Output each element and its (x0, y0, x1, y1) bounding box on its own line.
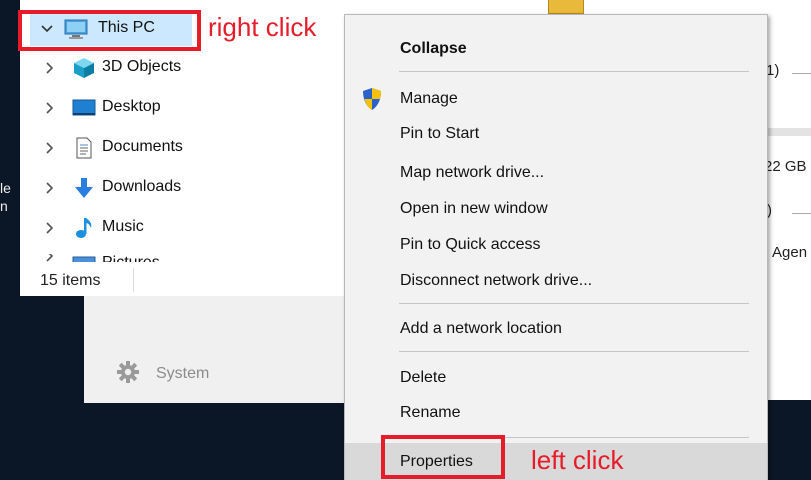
divider (792, 213, 811, 214)
tree-item-pictures[interactable]: Pictures (20, 254, 380, 262)
menu-item-pin-to-quick-access[interactable]: Pin to Quick access (345, 228, 767, 262)
menu-item-label: Delete (400, 369, 447, 386)
tree-item-documents[interactable]: Documents (20, 131, 380, 165)
chevron-right-icon[interactable] (42, 101, 56, 115)
menu-item-label: Add a network location (400, 320, 562, 337)
menu-item-pin-to-start[interactable]: Pin to Start (345, 117, 767, 151)
item-count: 15 items (40, 272, 101, 289)
3d-cube-icon (74, 58, 94, 78)
tree-item-desktop[interactable]: Desktop (20, 91, 380, 125)
download-arrow-icon (75, 178, 93, 198)
settings-window: System (84, 278, 374, 403)
music-note-icon (76, 218, 92, 238)
tree-item-label: Music (102, 218, 144, 235)
menu-item-map-network-drive[interactable]: Map network drive... (345, 156, 767, 190)
annotation-right-click: right click (208, 12, 317, 42)
tree-item-3d-objects[interactable]: 3D Objects (20, 51, 380, 85)
partial-text: Agen (772, 244, 808, 261)
gear-icon (117, 361, 139, 383)
menu-item-manage[interactable]: Manage (345, 82, 767, 116)
settings-system-label[interactable]: System (156, 365, 209, 383)
progress-bar (762, 128, 811, 136)
context-menu: Collapse Manage Pin to Start Map network… (344, 14, 768, 480)
partial-text: n (0, 198, 8, 214)
menu-item-delete[interactable]: Delete (345, 361, 767, 395)
menu-item-label: Disconnect network drive... (400, 272, 593, 289)
divider (133, 268, 134, 292)
menu-item-rename[interactable]: Rename (345, 396, 767, 430)
menu-item-open-in-new-window[interactable]: Open in new window (345, 192, 767, 226)
menu-item-label: Open in new window (400, 200, 548, 217)
highlight-box (18, 10, 201, 51)
menu-item-label: Pin to Start (400, 125, 480, 142)
tree-item-music[interactable]: Music (20, 211, 380, 245)
uac-shield-icon (363, 88, 381, 110)
menu-item-disconnect-network-drive[interactable]: Disconnect network drive... (345, 264, 767, 298)
tree-item-label: Documents (102, 138, 183, 155)
tree-item-label: Downloads (102, 178, 182, 195)
folder-icon (548, 0, 584, 14)
menu-item-label: Manage (400, 90, 458, 107)
menu-separator (399, 303, 749, 304)
chevron-right-icon[interactable] (42, 141, 56, 155)
menu-item-label: Rename (400, 404, 461, 421)
chevron-right-icon[interactable] (42, 221, 56, 235)
chevron-right-icon[interactable] (42, 254, 56, 262)
partial-text: 1) (766, 62, 780, 79)
menu-item-label: Pin to Quick access (400, 236, 541, 253)
menu-item-collapse[interactable]: Collapse (345, 32, 767, 66)
partial-text: 22 GB (764, 158, 807, 175)
document-icon (76, 137, 92, 159)
chevron-right-icon[interactable] (42, 181, 56, 195)
tree-item-downloads[interactable]: Downloads (20, 171, 380, 205)
partial-text: le (0, 180, 11, 196)
highlight-box (381, 435, 505, 479)
annotation-left-click: left click (531, 445, 624, 475)
desktop-icon (72, 99, 96, 116)
divider (792, 73, 811, 74)
menu-item-label: Collapse (400, 40, 467, 57)
tree-item-label: Desktop (102, 98, 161, 115)
menu-separator (399, 71, 749, 72)
menu-item-label: Map network drive... (400, 164, 545, 181)
menu-item-add-network-location[interactable]: Add a network location (345, 312, 767, 346)
menu-separator (399, 351, 749, 352)
tree-item-label: 3D Objects (102, 58, 182, 75)
tree-item-label: Pictures (102, 254, 160, 262)
chevron-right-icon[interactable] (42, 61, 56, 75)
